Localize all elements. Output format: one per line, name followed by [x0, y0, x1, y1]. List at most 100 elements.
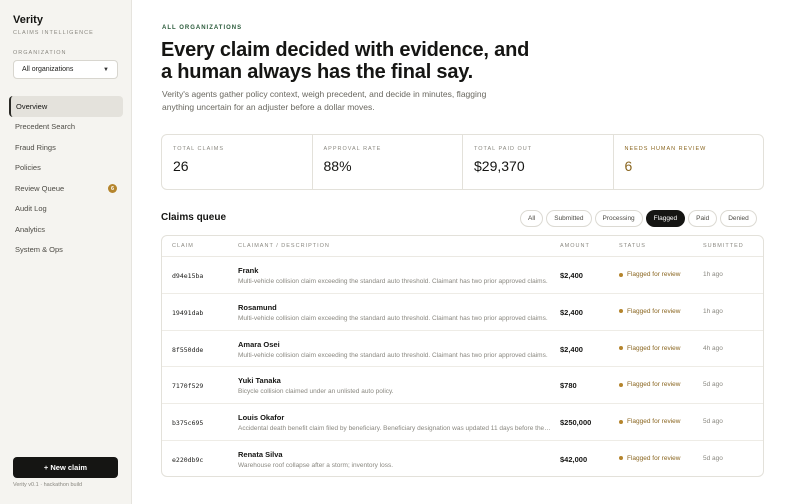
organization-label: ORGANIZATION	[13, 50, 67, 56]
claims-queue-title: Claims queue	[161, 212, 227, 223]
sidebar-item-label: Precedent Search	[15, 122, 76, 132]
status-text: Flagged for review	[627, 418, 681, 426]
claim-description: Multi-vehicle collision claim exceeding …	[238, 351, 548, 359]
claim-id[interactable]: 19491dab	[172, 309, 203, 317]
claim-id[interactable]: d94e15ba	[172, 272, 203, 280]
stats-panel: TOTAL CLAIMS 26 APPROVAL RATE 88% TOTAL …	[161, 134, 764, 190]
claim-id[interactable]: 8f550dde	[172, 346, 203, 354]
stat-total-paid-out: TOTAL PAID OUT $29,370	[463, 135, 614, 189]
claimant-name: Amara Osei	[238, 339, 280, 349]
stat-needs-human-review: NEEDS HUMAN REVIEW 6	[614, 135, 764, 189]
sidebar-item-policies[interactable]: Policies	[9, 158, 123, 179]
filter-processing[interactable]: Processing	[594, 210, 643, 227]
sidebar-item-label: Fraud Rings	[15, 142, 56, 152]
claim-id[interactable]: 7170f529	[172, 382, 203, 390]
stat-value: 88%	[323, 158, 352, 174]
claim-id[interactable]: e220db9c	[172, 456, 203, 464]
status-text: Flagged for review	[627, 307, 681, 315]
claim-description: Accidental death benefit claim filed by …	[238, 425, 552, 433]
stat-value: 26	[173, 158, 189, 174]
page-title: Every claim decided with evidence, and a…	[161, 39, 530, 83]
submitted-time: 5d ago	[703, 381, 723, 389]
claim-description: Multi-vehicle collision claim exceeding …	[238, 278, 548, 285]
table-row[interactable]: 7170f529 Yuki Tanaka Bicycle collision cla…	[162, 367, 763, 405]
stat-approval-rate: APPROVAL RATE 88%	[313, 135, 463, 189]
filter-flagged[interactable]: Flagged	[645, 210, 686, 227]
status-filter-group: All Submitted Processing Flagged Paid De…	[520, 210, 757, 227]
sidebar-item-overview[interactable]: Overview	[9, 96, 123, 117]
claimant-name: Yuki Tanaka	[238, 376, 281, 386]
new-claim-button[interactable]: + New claim	[13, 457, 118, 478]
filter-all[interactable]: All	[520, 210, 544, 227]
status-badge: Flagged for review	[619, 418, 680, 425]
page-subtitle: Verity's agents gather policy context, w…	[162, 89, 487, 112]
claims-table: CLAIM CLAIMANT / DESCRIPTION AMOUNT STAT…	[161, 235, 764, 477]
claim-amount: $2,400	[560, 307, 583, 317]
claimant-name: Frank	[238, 266, 259, 275]
sidebar-item-review-queue[interactable]: Review Queue 6	[9, 178, 123, 199]
sidebar-item-label: Analytics	[15, 224, 46, 234]
sidebar-item-analytics[interactable]: Analytics	[9, 219, 123, 240]
sidebar-item-label: Audit Log	[15, 204, 47, 214]
table-row[interactable]: e220db9c Renata Silva Warehouse roof colla…	[162, 441, 763, 476]
claim-description: Warehouse roof collapse after a storm; i…	[238, 461, 394, 469]
column-header-claimant[interactable]: CLAIMANT / DESCRIPTION	[238, 243, 330, 249]
claim-description: Bicycle collision claimed under an unlis…	[238, 388, 394, 396]
claim-amount: $42,000	[560, 454, 588, 464]
organization-select-value: All organizations	[22, 66, 74, 73]
claimant-name: Rosamund	[238, 302, 277, 312]
table-row[interactable]: 8f550dde Amara Osei Multi-vehicle collisio…	[162, 331, 763, 368]
filter-paid[interactable]: Paid	[688, 210, 718, 227]
submitted-time: 5d ago	[703, 454, 723, 462]
filter-submitted[interactable]: Submitted	[546, 210, 592, 227]
sidebar-item-fraud-rings[interactable]: Fraud Rings	[9, 137, 123, 158]
table-row[interactable]: 19491dab Rosamund Multi-vehicle collision …	[162, 294, 763, 331]
status-dot-icon	[619, 382, 623, 387]
page-eyebrow: ALL ORGANIZATIONS	[162, 25, 243, 31]
sidebar: Verity CLAIMS INTELLIGENCE ORGANIZATION …	[0, 0, 132, 504]
sidebar-nav: Overview Precedent Search Fraud Rings Po…	[9, 96, 123, 260]
sidebar-item-precedent-search[interactable]: Precedent Search	[9, 117, 123, 138]
claim-amount: $2,400	[560, 344, 583, 354]
status-badge: Flagged for review	[619, 271, 680, 278]
sidebar-item-system-ops[interactable]: System & Ops	[9, 240, 123, 261]
column-header-status[interactable]: STATUS	[619, 243, 646, 249]
submitted-time: 1h ago	[703, 271, 723, 278]
claimant-name: Louis Okafor	[238, 413, 285, 423]
submitted-time: 4h ago	[703, 344, 723, 352]
claim-id[interactable]: b375c695	[172, 419, 203, 427]
table-header: CLAIM CLAIMANT / DESCRIPTION AMOUNT STAT…	[162, 236, 763, 257]
claim-description: Multi-vehicle collision claim exceeding …	[238, 314, 548, 322]
stat-label: TOTAL CLAIMS	[173, 146, 225, 152]
sidebar-item-label: Overview	[16, 101, 48, 111]
column-header-submitted[interactable]: SUBMITTED	[703, 243, 744, 249]
table-body: d94e15ba Frank Multi-vehicle collision cla…	[162, 257, 763, 476]
claim-amount: $250,000	[560, 418, 592, 428]
claimant-name: Renata Silva	[238, 449, 283, 459]
stat-label: APPROVAL RATE	[323, 146, 382, 152]
status-dot-icon	[619, 456, 623, 461]
column-header-claim[interactable]: CLAIM	[172, 243, 194, 249]
review-queue-count-badge: 6	[108, 184, 117, 193]
column-header-amount[interactable]: AMOUNT	[560, 243, 590, 249]
table-row[interactable]: b375c695 Louis Okafor Accidental death ben…	[162, 404, 763, 441]
chevron-down-icon: ▼	[103, 66, 109, 73]
status-dot-icon	[619, 346, 623, 351]
stat-label: TOTAL PAID OUT	[474, 146, 533, 152]
status-dot-icon	[619, 419, 623, 424]
claim-amount: $780	[560, 381, 577, 391]
filter-denied[interactable]: Denied	[720, 210, 757, 227]
status-badge: Flagged for review	[619, 345, 680, 352]
submitted-time: 5d ago	[703, 418, 723, 426]
table-row[interactable]: d94e15ba Frank Multi-vehicle collision cla…	[162, 257, 763, 294]
brand-tagline: CLAIMS INTELLIGENCE	[13, 30, 94, 36]
stat-value: $29,370	[474, 158, 525, 174]
brand-name: Verity	[13, 14, 43, 26]
claim-amount: $2,400	[560, 271, 583, 280]
organization-select[interactable]: All organizations ▼	[13, 60, 118, 79]
status-dot-icon	[619, 272, 623, 277]
sidebar-item-audit-log[interactable]: Audit Log	[9, 199, 123, 220]
sidebar-item-label: System & Ops	[15, 245, 63, 255]
status-text: Flagged for review	[627, 454, 681, 462]
status-text: Flagged for review	[627, 271, 681, 278]
